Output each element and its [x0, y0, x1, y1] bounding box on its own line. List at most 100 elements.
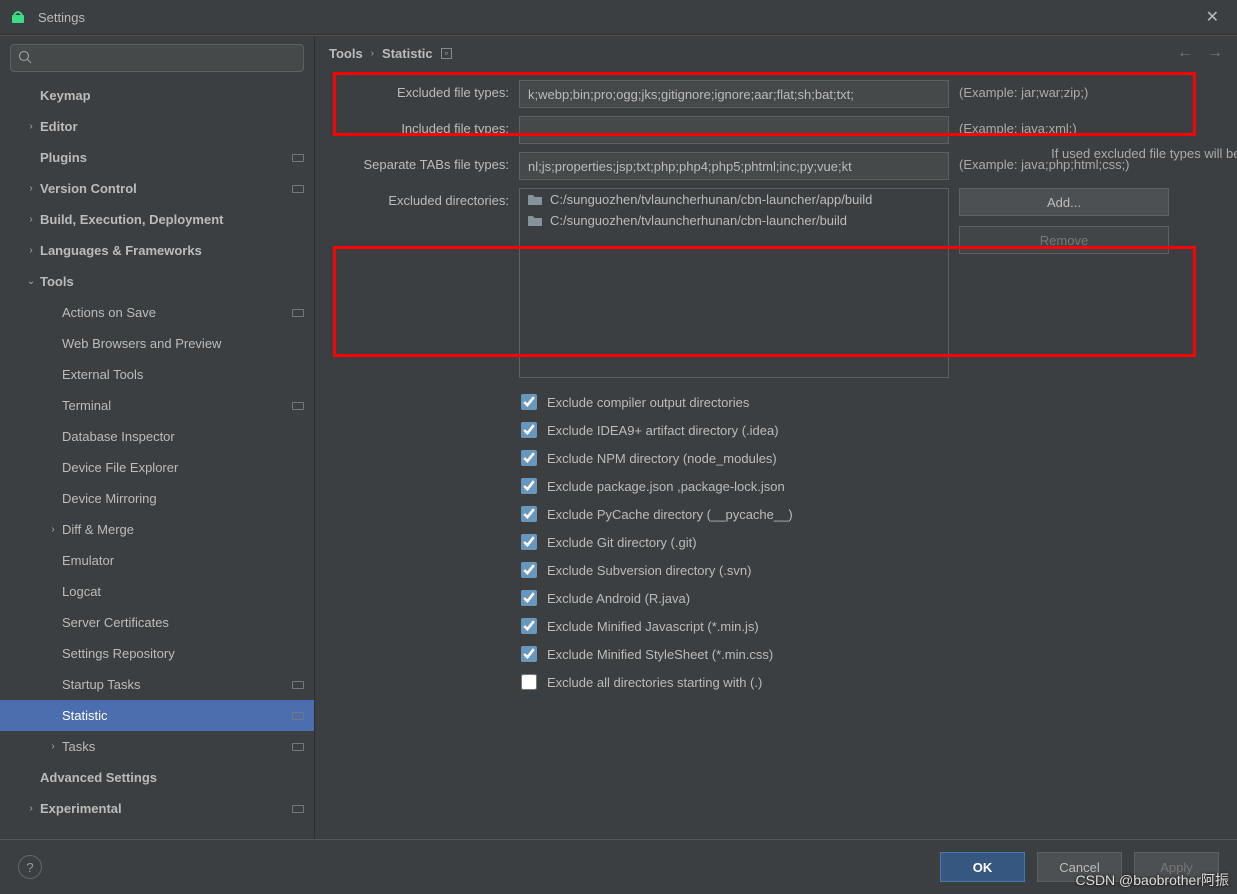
exclude-option: Exclude NPM directory (node_modules) — [521, 444, 1223, 472]
exclude-option: Exclude Android (R.java) — [521, 584, 1223, 612]
help-button[interactable]: ? — [18, 855, 42, 879]
exclude-option: Exclude package.json ,package-lock.json — [521, 472, 1223, 500]
sidebar-item-startup-tasks[interactable]: ›Startup Tasks — [0, 669, 314, 700]
chevron-right-icon: › — [44, 524, 62, 535]
exclude-checkbox[interactable] — [521, 674, 537, 690]
sidebar-item-label: Languages & Frameworks — [40, 243, 304, 258]
folder-icon — [528, 215, 542, 226]
settings-content: Tools › Statistic ▫ ← → Excluded file ty… — [315, 36, 1237, 839]
sidebar-item-label: Terminal — [62, 398, 292, 413]
exclude-checkbox[interactable] — [521, 646, 537, 662]
exclude-option: Exclude Git directory (.git) — [521, 528, 1223, 556]
folder-icon — [528, 194, 542, 205]
sidebar-item-label: Build, Execution, Deployment — [40, 212, 304, 227]
sidebar-item-label: Server Certificates — [62, 615, 304, 630]
exclude-label: Exclude NPM directory (node_modules) — [547, 451, 777, 466]
sidebar-item-languages-frameworks[interactable]: ›Languages & Frameworks — [0, 235, 314, 266]
excluded-dirs-list[interactable]: C:/sunguozhen/tvlauncherhunan/cbn-launch… — [519, 188, 949, 378]
sidebar-item-settings-repository[interactable]: ›Settings Repository — [0, 638, 314, 669]
breadcrumb-root[interactable]: Tools — [329, 46, 363, 61]
close-icon[interactable]: ✕ — [1198, 3, 1227, 31]
project-badge-icon — [292, 681, 304, 689]
sidebar-item-advanced-settings[interactable]: ›Advanced Settings — [0, 762, 314, 793]
nav-forward-icon[interactable]: → — [1207, 44, 1223, 62]
titlebar: Settings ✕ — [0, 0, 1237, 35]
included-types-label: Included file types: — [329, 116, 509, 136]
exclude-label: Exclude Android (R.java) — [547, 591, 690, 606]
exclude-checkbox[interactable] — [521, 534, 537, 550]
sidebar-item-emulator[interactable]: ›Emulator — [0, 545, 314, 576]
sidebar-item-server-certificates[interactable]: ›Server Certificates — [0, 607, 314, 638]
exclude-checkbox[interactable] — [521, 450, 537, 466]
exclude-label: Exclude Minified StyleSheet (*.min.css) — [547, 647, 773, 662]
project-badge-icon — [292, 309, 304, 317]
sidebar-item-tools[interactable]: ⌄Tools — [0, 266, 314, 297]
sidebar-item-device-mirroring[interactable]: ›Device Mirroring — [0, 483, 314, 514]
exclude-checkbox[interactable] — [521, 478, 537, 494]
chevron-right-icon: › — [371, 48, 374, 59]
list-item[interactable]: C:/sunguozhen/tvlauncherhunan/cbn-launch… — [520, 210, 948, 231]
sidebar-item-label: Experimental — [40, 801, 292, 816]
breadcrumb-leaf: Statistic — [382, 46, 433, 61]
exclude-label: Exclude Subversion directory (.svn) — [547, 563, 751, 578]
sidebar-item-label: Version Control — [40, 181, 292, 196]
list-item[interactable]: C:/sunguozhen/tvlauncherhunan/cbn-launch… — [520, 189, 948, 210]
sidebar-item-editor[interactable]: ›Editor — [0, 111, 314, 142]
sidebar-item-label: Advanced Settings — [40, 770, 304, 785]
search-input[interactable] — [10, 44, 304, 72]
breadcrumb: Tools › Statistic ▫ ← → — [315, 36, 1237, 70]
sidebar-item-diff-merge[interactable]: ›Diff & Merge — [0, 514, 314, 545]
sidebar-item-version-control[interactable]: ›Version Control — [0, 173, 314, 204]
sidebar-item-actions-on-save[interactable]: ›Actions on Save — [0, 297, 314, 328]
sidebar-item-keymap[interactable]: ›Keymap — [0, 80, 314, 111]
chevron-right-icon: › — [22, 803, 40, 814]
expand-icon[interactable]: ▫ — [441, 48, 452, 59]
sidebar-item-label: External Tools — [62, 367, 304, 382]
separate-tabs-label: Separate TABs file types: — [329, 152, 509, 172]
exclude-checkbox[interactable] — [521, 562, 537, 578]
sidebar-item-label: Device File Explorer — [62, 460, 304, 475]
sidebar-item-tasks[interactable]: ›Tasks — [0, 731, 314, 762]
ok-button[interactable]: OK — [940, 852, 1025, 882]
separate-tabs-input[interactable] — [519, 152, 949, 180]
project-badge-icon — [292, 154, 304, 162]
exclude-checkbox[interactable] — [521, 506, 537, 522]
chevron-right-icon: › — [44, 741, 62, 752]
sidebar-item-logcat[interactable]: ›Logcat — [0, 576, 314, 607]
sidebar-item-label: Emulator — [62, 553, 304, 568]
window-title: Settings — [38, 10, 85, 25]
chevron-down-icon: ⌄ — [22, 276, 40, 287]
sidebar-item-label: Statistic — [62, 708, 292, 723]
dir-path: C:/sunguozhen/tvlauncherhunan/cbn-launch… — [550, 213, 847, 228]
exclude-label: Exclude package.json ,package-lock.json — [547, 479, 785, 494]
exclude-checkbox[interactable] — [521, 590, 537, 606]
sidebar-item-device-file-explorer[interactable]: ›Device File Explorer — [0, 452, 314, 483]
sidebar-item-label: Tasks — [62, 739, 292, 754]
remove-button[interactable]: Remove — [959, 226, 1169, 254]
exclude-label: Exclude all directories starting with (.… — [547, 675, 762, 690]
add-button[interactable]: Add... — [959, 188, 1169, 216]
sidebar-item-terminal[interactable]: ›Terminal — [0, 390, 314, 421]
sidebar-item-web-browsers-and-preview[interactable]: ›Web Browsers and Preview — [0, 328, 314, 359]
sidebar-item-experimental[interactable]: ›Experimental — [0, 793, 314, 824]
exclude-label: Exclude PyCache directory (__pycache__) — [547, 507, 793, 522]
exclude-checkbox[interactable] — [521, 618, 537, 634]
android-studio-icon — [10, 9, 26, 25]
nav-back-icon[interactable]: ← — [1177, 44, 1193, 62]
project-badge-icon — [292, 743, 304, 751]
excluded-types-input[interactable] — [519, 80, 949, 108]
sidebar-item-label: Startup Tasks — [62, 677, 292, 692]
sidebar-item-external-tools[interactable]: ›External Tools — [0, 359, 314, 390]
sidebar-item-build-execution-deployment[interactable]: ›Build, Execution, Deployment — [0, 204, 314, 235]
sidebar-item-statistic[interactable]: ›Statistic — [0, 700, 314, 731]
exclude-option: Exclude Minified Javascript (*.min.js) — [521, 612, 1223, 640]
settings-sidebar: ›Keymap›Editor›Plugins›Version Control›B… — [0, 36, 315, 839]
exclude-checkbox[interactable] — [521, 394, 537, 410]
excluded-dirs-label: Excluded directories: — [329, 188, 509, 208]
exclude-checkbox[interactable] — [521, 422, 537, 438]
included-types-input[interactable] — [519, 116, 949, 144]
watermark: CSDN @baobrother阿振 — [1076, 870, 1230, 890]
sidebar-item-plugins[interactable]: ›Plugins — [0, 142, 314, 173]
exclude-label: Exclude Minified Javascript (*.min.js) — [547, 619, 759, 634]
sidebar-item-database-inspector[interactable]: ›Database Inspector — [0, 421, 314, 452]
